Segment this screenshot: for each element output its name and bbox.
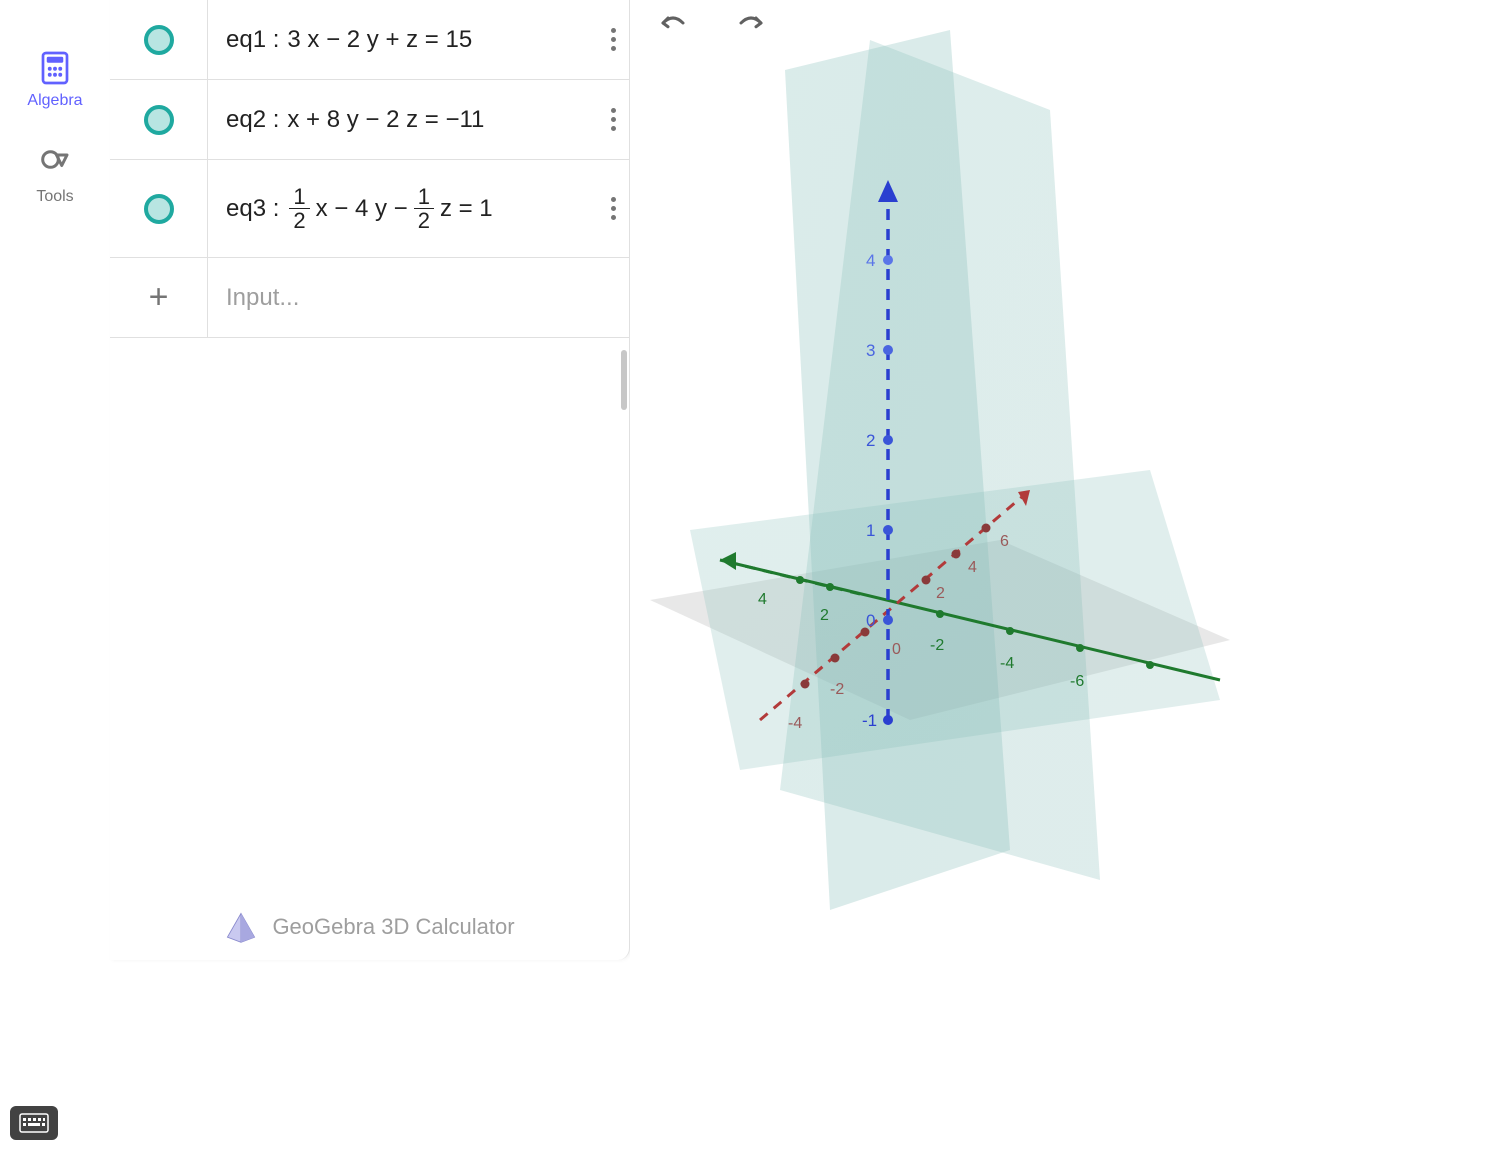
- visibility-toggle-eq1[interactable]: [110, 0, 208, 79]
- scrollbar-thumb[interactable]: [621, 350, 627, 410]
- y-tick: 4: [758, 591, 767, 608]
- nav-tools[interactable]: Tools: [36, 146, 73, 206]
- equation-menu-button[interactable]: [597, 80, 629, 159]
- equation-label: eq2 :: [226, 106, 279, 134]
- input-row[interactable]: + Input...: [110, 258, 629, 338]
- z-tick: 3: [866, 341, 875, 360]
- y-tick: -6: [1070, 673, 1084, 690]
- virtual-keyboard-button[interactable]: [10, 1106, 58, 1140]
- y-tick: -2: [930, 637, 944, 654]
- equation-input[interactable]: Input...: [208, 258, 629, 337]
- fraction: 1 2: [289, 185, 309, 232]
- equation-content[interactable]: eq1 : 3 x − 2 y + z = 15: [208, 0, 597, 79]
- input-placeholder: Input...: [226, 284, 299, 312]
- visibility-marble-icon: [144, 105, 174, 135]
- z-tick: 2: [866, 431, 875, 450]
- kebab-icon: [611, 108, 616, 131]
- kebab-icon: [611, 197, 616, 220]
- tools-icon: [37, 146, 73, 182]
- equation-content[interactable]: eq2 : x + 8 y − 2 z = −11: [208, 80, 597, 159]
- x-tick: 4: [968, 559, 977, 576]
- calculator-icon: [37, 50, 73, 86]
- kebab-icon: [611, 28, 616, 51]
- z-tick: -1: [862, 711, 877, 730]
- equation-label: eq1 :: [226, 26, 279, 54]
- footer-brand: GeoGebra 3D Calculator: [110, 910, 629, 944]
- brand-text: GeoGebra 3D Calculator: [272, 914, 514, 940]
- z-tick: 0: [866, 611, 875, 630]
- z-tick: 1: [866, 521, 875, 540]
- geogebra-logo-icon: [224, 910, 258, 944]
- visibility-marble-icon: [144, 194, 174, 224]
- x-tick: -2: [830, 681, 844, 698]
- equation-content[interactable]: eq3 : 1 2 x − 4 y − 1 2 z = 1: [208, 160, 597, 257]
- equation-math: x + 8 y − 2 z = −11: [287, 106, 484, 134]
- visibility-toggle-eq2[interactable]: [110, 80, 208, 159]
- equation-row[interactable]: eq2 : x + 8 y − 2 z = −11: [110, 80, 629, 160]
- x-tick: -4: [788, 715, 802, 732]
- keyboard-icon: [19, 1113, 49, 1133]
- 3d-view[interactable]: 4 3 2 1 0 -1 -2 -4 -6 2 4 2 4 6 0 -2 -4: [630, 0, 1240, 960]
- nav-algebra-label: Algebra: [27, 92, 82, 110]
- z-tick: 4: [866, 251, 875, 270]
- equation-menu-button[interactable]: [597, 160, 629, 257]
- equation-math: 1 2 x − 4 y − 1 2 z = 1: [287, 185, 492, 232]
- equation-row[interactable]: eq1 : 3 x − 2 y + z = 15: [110, 0, 629, 80]
- plane-eq3: [690, 470, 1220, 770]
- equation-menu-button[interactable]: [597, 0, 629, 79]
- algebra-panel: eq1 : 3 x − 2 y + z = 15 eq2 : x + 8 y −…: [110, 0, 630, 960]
- visibility-toggle-eq3[interactable]: [110, 160, 208, 257]
- equation-math: 3 x − 2 y + z = 15: [287, 26, 472, 54]
- nav-tools-label: Tools: [36, 188, 73, 206]
- nav-algebra[interactable]: Algebra: [27, 50, 82, 110]
- plus-icon: +: [149, 278, 169, 317]
- equation-label: eq3 :: [226, 195, 279, 223]
- equation-row[interactable]: eq3 : 1 2 x − 4 y − 1 2 z = 1: [110, 160, 629, 258]
- x-tick: 0: [892, 641, 901, 658]
- x-tick: 6: [1000, 533, 1009, 550]
- 3d-scene[interactable]: 4 3 2 1 0 -1 -2 -4 -6 2 4 2 4 6 0 -2 -4: [630, 0, 1240, 960]
- nav-rail: Algebra Tools: [0, 0, 110, 960]
- fraction: 1 2: [414, 185, 434, 232]
- add-equation-button[interactable]: +: [110, 258, 208, 337]
- y-tick: -4: [1000, 655, 1014, 672]
- visibility-marble-icon: [144, 25, 174, 55]
- x-tick: 2: [936, 585, 945, 602]
- y-tick: 2: [820, 607, 829, 624]
